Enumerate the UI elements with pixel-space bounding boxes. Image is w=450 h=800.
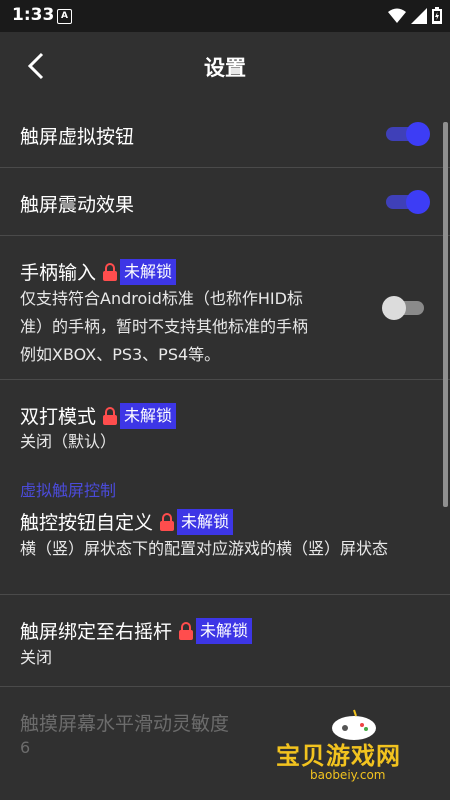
setting-title: 触屏震动效果	[20, 194, 135, 216]
setting-title: 触屏绑定至右摇杆	[20, 621, 173, 643]
wifi-icon	[388, 8, 406, 23]
setting-touch-bind-right-stick[interactable]: 触屏绑定至右摇杆 未解锁 关闭	[0, 595, 450, 687]
setting-gamepad-input[interactable]: 手柄输入 未解锁 仅支持符合Android标准（也称作HID标 准）的手柄，暂时…	[0, 236, 450, 380]
page-title: 设置	[204, 56, 246, 80]
notification-icon: A	[57, 9, 72, 24]
setting-title: 手柄输入	[20, 262, 97, 284]
setting-title: 触摸屏幕水平滑动灵敏度	[20, 713, 230, 735]
setting-title-row: 双打模式 未解锁	[20, 402, 177, 429]
setting-two-player-mode[interactable]: 双打模式 未解锁 关闭（默认）	[0, 380, 450, 468]
setting-title-row: 触屏绑定至右摇杆 未解锁	[20, 617, 253, 644]
lock-icon	[103, 406, 118, 425]
setting-description: 横（竖）屏状态下的配置对应游戏的横（竖）屏状态	[20, 539, 389, 558]
setting-touch-virtual-buttons[interactable]: 触屏虚拟按钮	[0, 102, 450, 168]
setting-description: 关闭（默认）	[20, 432, 117, 451]
signal-icon	[411, 7, 427, 24]
watermark-url: baobeiy.com	[310, 768, 386, 782]
lock-icon	[179, 621, 194, 640]
setting-title: 触屏虚拟按钮	[20, 126, 135, 148]
locked-badge: 未解锁	[120, 258, 177, 285]
setting-title-row: 手柄输入 未解锁	[20, 258, 177, 285]
status-time: 1:33	[12, 5, 55, 25]
locked-badge: 未解锁	[120, 402, 177, 429]
setting-touch-vibration[interactable]: 触屏震动效果	[0, 168, 450, 236]
battery-icon	[432, 7, 442, 24]
section-virtual-touch-control: 虚拟触屏控制	[0, 468, 450, 508]
setting-title: 双打模式	[20, 406, 97, 428]
scrollbar[interactable]	[443, 122, 448, 507]
lock-icon	[160, 512, 175, 531]
app-bar: 设置	[0, 32, 450, 102]
setting-description-line: 仅支持符合Android标准（也称作HID标	[20, 289, 303, 308]
locked-badge: 未解锁	[177, 508, 234, 535]
setting-description-line: 准）的手柄，暂时不支持其他标准的手柄	[20, 317, 309, 336]
lock-icon	[103, 262, 118, 281]
watermark-text: 宝贝游戏网	[276, 742, 401, 770]
setting-title: 触控按钮自定义	[20, 512, 154, 534]
section-header: 虚拟触屏控制	[20, 481, 117, 500]
setting-value: 6	[20, 738, 31, 757]
setting-touch-button-customize[interactable]: 触控按钮自定义 未解锁 横（竖）屏状态下的配置对应游戏的横（竖）屏状态	[0, 508, 450, 595]
status-icons	[388, 7, 442, 24]
locked-badge: 未解锁	[196, 617, 253, 644]
touch-virtual-buttons-toggle[interactable]	[384, 122, 430, 146]
setting-description-line: 例如XBOX、PS3、PS4等。	[20, 345, 221, 364]
status-bar: 1:33 A	[0, 0, 450, 32]
settings-list: 触屏虚拟按钮 触屏震动效果 手柄输入 未解锁 仅支持符合Android标准（也称…	[0, 102, 450, 797]
gamepad-input-toggle[interactable]	[382, 296, 426, 320]
setting-title-row: 触控按钮自定义 未解锁	[20, 508, 234, 535]
setting-description: 关闭	[20, 648, 53, 667]
touch-vibration-toggle[interactable]	[384, 190, 430, 214]
watermark-logo: 宝贝游戏网 baobeiy.com	[268, 708, 448, 796]
